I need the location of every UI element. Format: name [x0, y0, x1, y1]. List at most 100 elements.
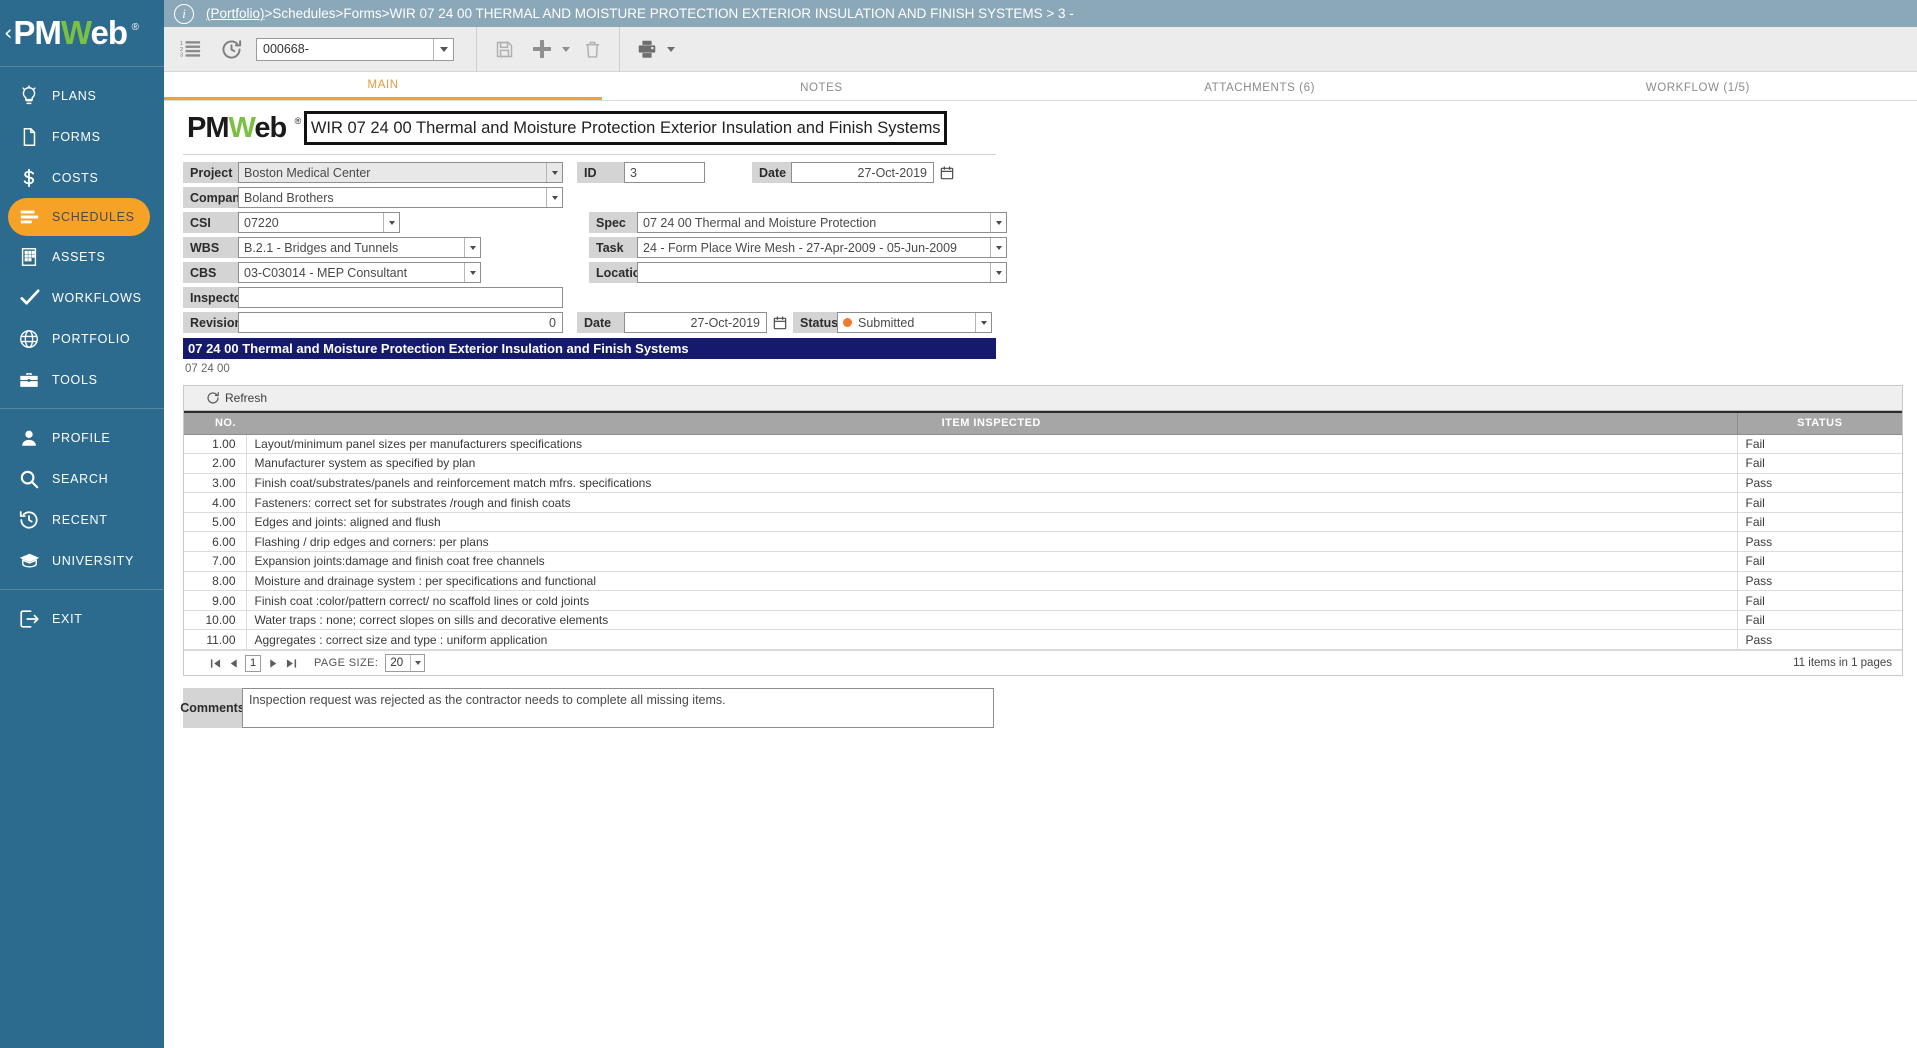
- print-dropdown-chevron-icon[interactable]: [664, 32, 678, 66]
- breadcrumb-root[interactable]: (Portfolio): [206, 6, 265, 21]
- chevron-down-icon[interactable]: [433, 38, 453, 60]
- sidebar-item-label: PORTFOLIO: [52, 331, 131, 346]
- cell-item: Finish coat :color/pattern correct/ no s…: [246, 590, 1737, 611]
- next-page-icon[interactable]: [264, 658, 282, 669]
- csi-label: CSI: [183, 212, 238, 233]
- refresh-label[interactable]: Refresh: [225, 391, 267, 405]
- tab-notes[interactable]: NOTES: [602, 82, 1040, 100]
- page-size-select[interactable]: 20: [385, 654, 426, 673]
- save-icon[interactable]: [487, 32, 521, 66]
- sidebar-item-label: SCHEDULES: [52, 210, 135, 224]
- table-row[interactable]: 9.00 Finish coat :color/pattern correct/ …: [184, 590, 1902, 611]
- table-row[interactable]: 11.00 Aggregates : correct size and type …: [184, 629, 1902, 651]
- sidebar-collapse-icon[interactable]: ‹: [4, 22, 12, 44]
- chevron-down-icon[interactable]: [990, 263, 1006, 282]
- section-band: 07 24 00 Thermal and Moisture Protection…: [183, 338, 996, 359]
- cell-status: Pass: [1736, 531, 1902, 553]
- date2-field[interactable]: 27-Oct-2019: [624, 312, 767, 333]
- chevron-down-icon[interactable]: [975, 313, 991, 332]
- sidebar-exit-nav: EXIT: [0, 590, 164, 639]
- first-page-icon[interactable]: [206, 658, 224, 669]
- company-select[interactable]: Boland Brothers: [238, 187, 563, 208]
- table-row[interactable]: 3.00 Finish coat/substrates/panels and re…: [184, 473, 1902, 494]
- chevron-down-icon[interactable]: [990, 238, 1006, 257]
- sidebar-item-tools[interactable]: TOOLS: [0, 359, 164, 400]
- sidebar-item-label: PROFILE: [52, 430, 111, 445]
- form-row-csi: CSI 07220 Spec 07 24 00 Thermal and Mois…: [183, 212, 1917, 233]
- tab-workflow[interactable]: WORKFLOW (1/5): [1479, 82, 1917, 100]
- sidebar-item-university[interactable]: UNIVERSITY: [0, 540, 164, 581]
- tab-attachments[interactable]: ATTACHMENTS (6): [1041, 82, 1479, 100]
- spec-select[interactable]: 07 24 00 Thermal and Moisture Protection: [637, 212, 1007, 233]
- sidebar-item-plans[interactable]: PLANS: [0, 75, 164, 116]
- calendar-icon[interactable]: [939, 165, 955, 181]
- task-select[interactable]: 24 - Form Place Wire Mesh - 27-Apr-2009 …: [637, 237, 1007, 258]
- document-number-select[interactable]: 000668-: [256, 37, 454, 61]
- printer-icon[interactable]: [630, 32, 664, 66]
- last-page-icon[interactable]: [282, 658, 300, 669]
- sidebar-item-schedules[interactable]: SCHEDULES: [8, 198, 150, 236]
- chevron-down-icon[interactable]: [546, 188, 562, 207]
- history-icon[interactable]: [214, 32, 248, 66]
- table-row[interactable]: 7.00 Expansion joints:damage and finish c…: [184, 551, 1902, 572]
- sidebar-logo[interactable]: ‹ PMWeb ®: [0, 0, 164, 66]
- id-field[interactable]: 3: [624, 162, 705, 183]
- table-row[interactable]: 8.00 Moisture and drainage system : per s…: [184, 571, 1902, 592]
- sidebar-item-portfolio[interactable]: PORTFOLIO: [0, 318, 164, 359]
- chevron-down-icon[interactable]: [464, 238, 480, 257]
- table-row[interactable]: 6.00 Flashing / drip edges and corners: p…: [184, 531, 1902, 553]
- chevron-down-icon[interactable]: [464, 263, 480, 282]
- numbered-list-icon[interactable]: 1 2 3: [174, 32, 208, 66]
- chevron-down-icon[interactable]: [383, 213, 399, 232]
- previous-page-icon[interactable]: [224, 658, 242, 669]
- sidebar-item-assets[interactable]: ASSETS: [0, 236, 164, 277]
- comments-textarea[interactable]: Inspection request was rejected as the c…: [242, 688, 994, 729]
- breadcrumb-level3[interactable]: Forms: [343, 6, 381, 21]
- sidebar-item-workflows[interactable]: WORKFLOWS: [0, 277, 164, 318]
- table-row[interactable]: 1.00 Layout/minimum panel sizes per manuf…: [184, 434, 1902, 455]
- location-select[interactable]: [637, 262, 1007, 283]
- cbs-select[interactable]: 03-C03014 - MEP Consultant: [238, 262, 481, 283]
- project-select[interactable]: Boston Medical Center: [238, 162, 563, 183]
- column-header-status[interactable]: STATUS: [1736, 411, 1902, 435]
- info-icon[interactable]: i: [174, 3, 194, 24]
- table-row[interactable]: 5.00 Edges and joints: aligned and flush F…: [184, 512, 1902, 533]
- table-row[interactable]: 10.00 Water traps : none; correct slopes …: [184, 610, 1902, 631]
- status-select[interactable]: Submitted: [837, 312, 992, 333]
- revision-field[interactable]: 0: [238, 312, 563, 333]
- sidebar-item-costs[interactable]: COSTS: [0, 157, 164, 198]
- sidebar-item-profile[interactable]: PROFILE: [0, 417, 164, 458]
- add-dropdown-chevron-icon[interactable]: [559, 32, 573, 66]
- chevron-down-icon[interactable]: [990, 213, 1006, 232]
- refresh-icon[interactable]: [206, 391, 220, 405]
- logo-part-w: W: [228, 111, 256, 144]
- csi-select[interactable]: 07220: [238, 212, 400, 233]
- status-indicator-icon: [843, 318, 852, 327]
- column-header-no[interactable]: NO.: [184, 411, 246, 435]
- current-page-field[interactable]: 1: [245, 654, 261, 672]
- plus-icon[interactable]: [525, 32, 559, 66]
- sidebar-item-label: EXIT: [52, 611, 83, 626]
- table-row[interactable]: 2.00 Manufacturer system as specified by …: [184, 453, 1902, 474]
- history-icon: [18, 509, 52, 531]
- trash-icon[interactable]: [575, 32, 609, 66]
- inspector-field[interactable]: [238, 287, 563, 308]
- sidebar-item-label: ASSETS: [52, 249, 106, 264]
- table-row[interactable]: 4.00 Fasteners: correct set for substrate…: [184, 492, 1902, 513]
- breadcrumb-level2[interactable]: Schedules: [272, 6, 335, 21]
- chevron-down-icon[interactable]: [410, 655, 424, 672]
- column-header-item[interactable]: ITEM INSPECTED: [246, 411, 1737, 435]
- sidebar-item-recent[interactable]: RECENT: [0, 499, 164, 540]
- sidebar-item-search[interactable]: SEARCH: [0, 458, 164, 499]
- sidebar-item-forms[interactable]: FORMS: [0, 116, 164, 157]
- tab-main[interactable]: MAIN: [164, 79, 603, 100]
- date-field[interactable]: 27-Oct-2019: [791, 162, 934, 183]
- search-icon: [18, 468, 52, 490]
- sidebar-item-exit[interactable]: EXIT: [0, 598, 164, 639]
- cell-item: Aggregates : correct size and type : uni…: [246, 629, 1737, 651]
- section-subcode: 07 24 00: [185, 363, 230, 375]
- chevron-down-icon[interactable]: [546, 163, 562, 182]
- wbs-select[interactable]: B.2.1 - Bridges and Tunnels: [238, 237, 481, 258]
- calendar-icon[interactable]: [772, 315, 788, 331]
- cell-status: Fail: [1736, 512, 1902, 533]
